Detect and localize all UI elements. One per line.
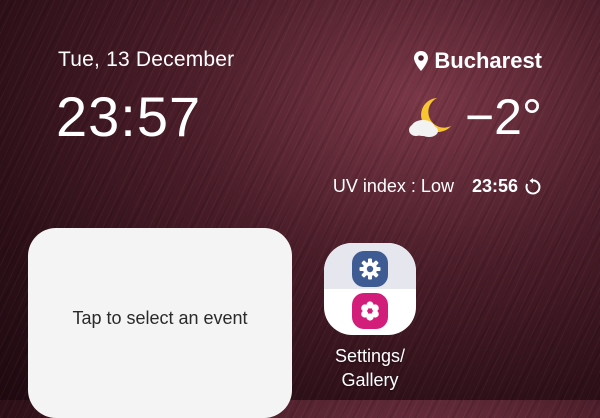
location[interactable]: Bucharest	[414, 48, 542, 74]
flower-icon	[361, 301, 379, 321]
location-pin-icon	[414, 51, 429, 71]
clock-time[interactable]: 23:57	[56, 84, 201, 149]
gallery-app-icon[interactable]	[352, 293, 388, 329]
event-widget-card[interactable]: Tap to select an event	[28, 228, 292, 418]
event-widget-text: Tap to select an event	[72, 308, 248, 328]
updated-time: 23:56	[471, 176, 518, 196]
settings-gallery-folder[interactable]	[324, 243, 416, 335]
refresh-weather[interactable]: 23:56	[472, 176, 542, 197]
temperature: −2°	[464, 89, 542, 145]
folder-label-line1: Settings/	[334, 346, 406, 366]
refresh-icon[interactable]	[524, 177, 542, 196]
settings-app-icon[interactable]	[352, 251, 388, 287]
weather-widget[interactable]: −2°	[407, 88, 542, 146]
uv-row: UV index : Low 23:56	[333, 176, 542, 197]
location-name: Bucharest	[434, 48, 542, 73]
date-text: Tue, 13 December	[58, 48, 235, 71]
moon-cloud-icon	[407, 94, 457, 140]
folder-label[interactable]: Settings/ Gallery	[310, 344, 430, 392]
uv-index: UV index : Low	[332, 176, 454, 196]
folder-label-line2: Gallery	[341, 370, 399, 390]
gear-icon	[359, 258, 381, 280]
